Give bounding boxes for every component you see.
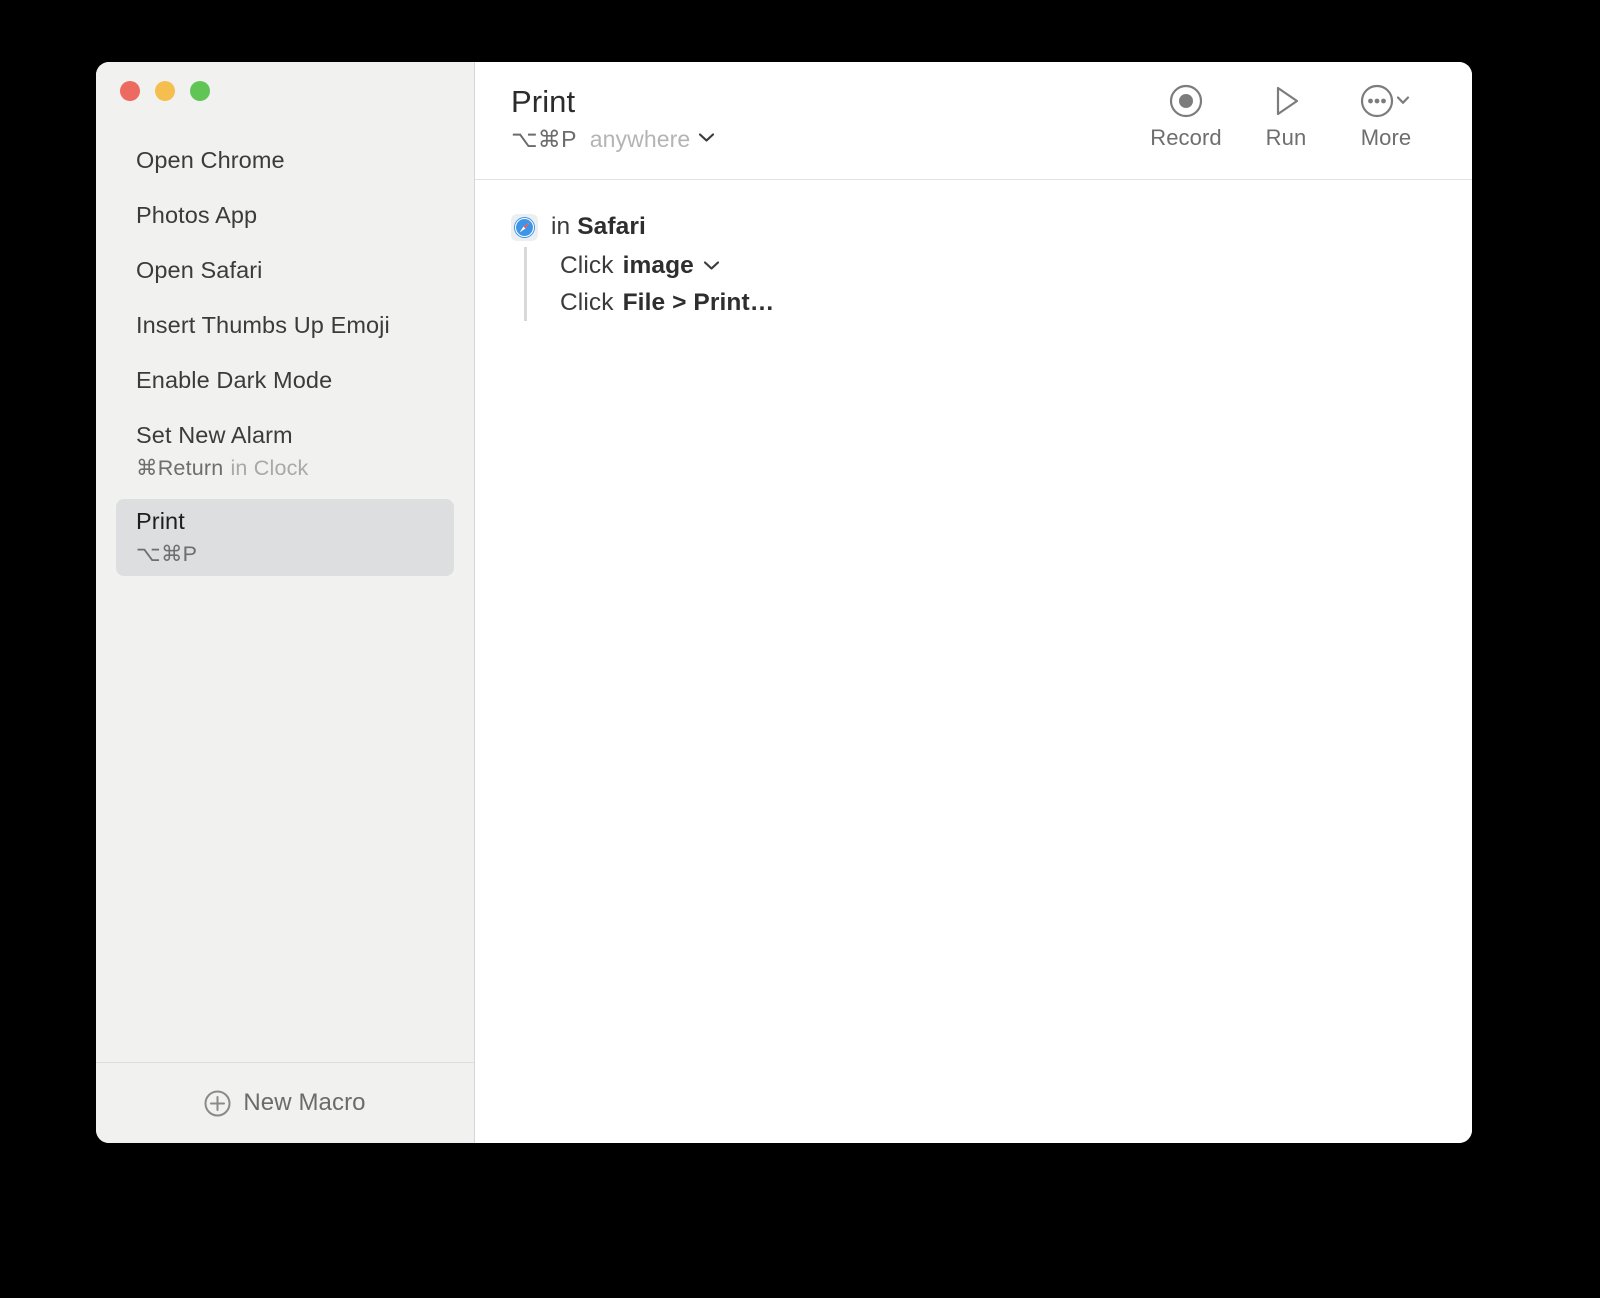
minimize-window-button[interactable] (155, 81, 175, 101)
window-controls (120, 81, 210, 101)
scope-dropdown-button[interactable] (698, 124, 715, 154)
steps-panel: in Safari Click image Click (475, 180, 1472, 1143)
step-verb: Click (560, 247, 614, 284)
step-target: image (623, 247, 694, 284)
scope-label[interactable]: anywhere (590, 124, 691, 154)
macro-name: Set New Alarm (136, 419, 438, 452)
run-button[interactable]: Run (1236, 83, 1336, 151)
shortcut-display[interactable]: ⌥⌘P (511, 124, 577, 154)
group-prefix: in (551, 213, 570, 240)
macro-name: Enable Dark Mode (136, 364, 438, 397)
sidebar-item-insert-thumbs-up-emoji[interactable]: Insert Thumbs Up Emoji (116, 303, 454, 349)
macro-app-scope: in Clock (230, 456, 308, 480)
new-macro-label: New Macro (243, 1089, 365, 1117)
more-icon-wrap (1360, 83, 1412, 119)
macro-name: Insert Thumbs Up Emoji (136, 309, 438, 342)
run-label: Run (1266, 125, 1307, 151)
step-row[interactable]: Click File > Print… (560, 284, 1436, 321)
macro-list: Open Chrome Photos App Open Safari Inser… (96, 138, 474, 1062)
sidebar: Open Chrome Photos App Open Safari Inser… (96, 62, 475, 1143)
record-button[interactable]: Record (1136, 83, 1236, 151)
macro-name: Open Safari (136, 254, 438, 287)
macro-name: Open Chrome (136, 144, 438, 177)
sidebar-item-enable-dark-mode[interactable]: Enable Dark Mode (116, 358, 454, 404)
sidebar-item-set-new-alarm[interactable]: Set New Alarm ⌘Return in Clock (116, 413, 454, 490)
step-list: Click image Click File > Print… (524, 247, 1436, 321)
chevron-down-icon (703, 260, 720, 271)
maximize-window-button[interactable] (190, 81, 210, 101)
macro-app-window: Open Chrome Photos App Open Safari Inser… (96, 62, 1472, 1143)
chevron-down-icon (698, 132, 715, 143)
group-app-name: Safari (577, 213, 646, 240)
more-ellipsis-icon (1360, 84, 1412, 118)
detail-header: Print ⌥⌘P anywhere (475, 62, 1472, 180)
detail-header-left: Print ⌥⌘P anywhere (511, 82, 1136, 154)
macro-shortcut: ⌘Return (136, 456, 223, 480)
macro-shortcut: ⌥⌘P (136, 542, 197, 566)
play-icon-wrap (1270, 83, 1302, 119)
step-dropdown-button[interactable] (703, 245, 720, 282)
step-group-safari: in Safari Click image Click (511, 210, 1436, 321)
safari-icon (511, 214, 538, 241)
close-window-button[interactable] (120, 81, 140, 101)
sidebar-item-photos-app[interactable]: Photos App (116, 193, 454, 239)
detail-meta: ⌥⌘P anywhere (511, 124, 1136, 154)
play-icon (1270, 84, 1302, 118)
step-group-title: in Safari (551, 213, 646, 241)
toolbar-actions: Record Run (1136, 82, 1436, 151)
sidebar-item-open-chrome[interactable]: Open Chrome (116, 138, 454, 184)
record-icon (1169, 84, 1203, 118)
macro-subtitle: ⌘Return in Clock (136, 453, 438, 483)
step-row[interactable]: Click image (560, 247, 1436, 284)
sidebar-item-print[interactable]: Print ⌥⌘P (116, 499, 454, 576)
macro-name: Print (136, 505, 438, 538)
new-macro-button[interactable]: New Macro (196, 1085, 373, 1121)
record-label: Record (1150, 125, 1222, 151)
plus-circle-icon (204, 1090, 231, 1117)
more-button[interactable]: More (1336, 83, 1436, 151)
page-title: Print (511, 82, 1136, 122)
step-target: File > Print… (623, 284, 775, 321)
step-verb: Click (560, 284, 614, 321)
sidebar-footer: New Macro (96, 1062, 474, 1143)
macro-name: Photos App (136, 199, 438, 232)
more-label: More (1361, 125, 1412, 151)
step-group-header[interactable]: in Safari (511, 210, 1436, 244)
record-icon-wrap (1169, 83, 1203, 119)
macro-subtitle: ⌥⌘P (136, 539, 438, 569)
sidebar-item-open-safari[interactable]: Open Safari (116, 248, 454, 294)
detail-pane: Print ⌥⌘P anywhere (475, 62, 1472, 1143)
